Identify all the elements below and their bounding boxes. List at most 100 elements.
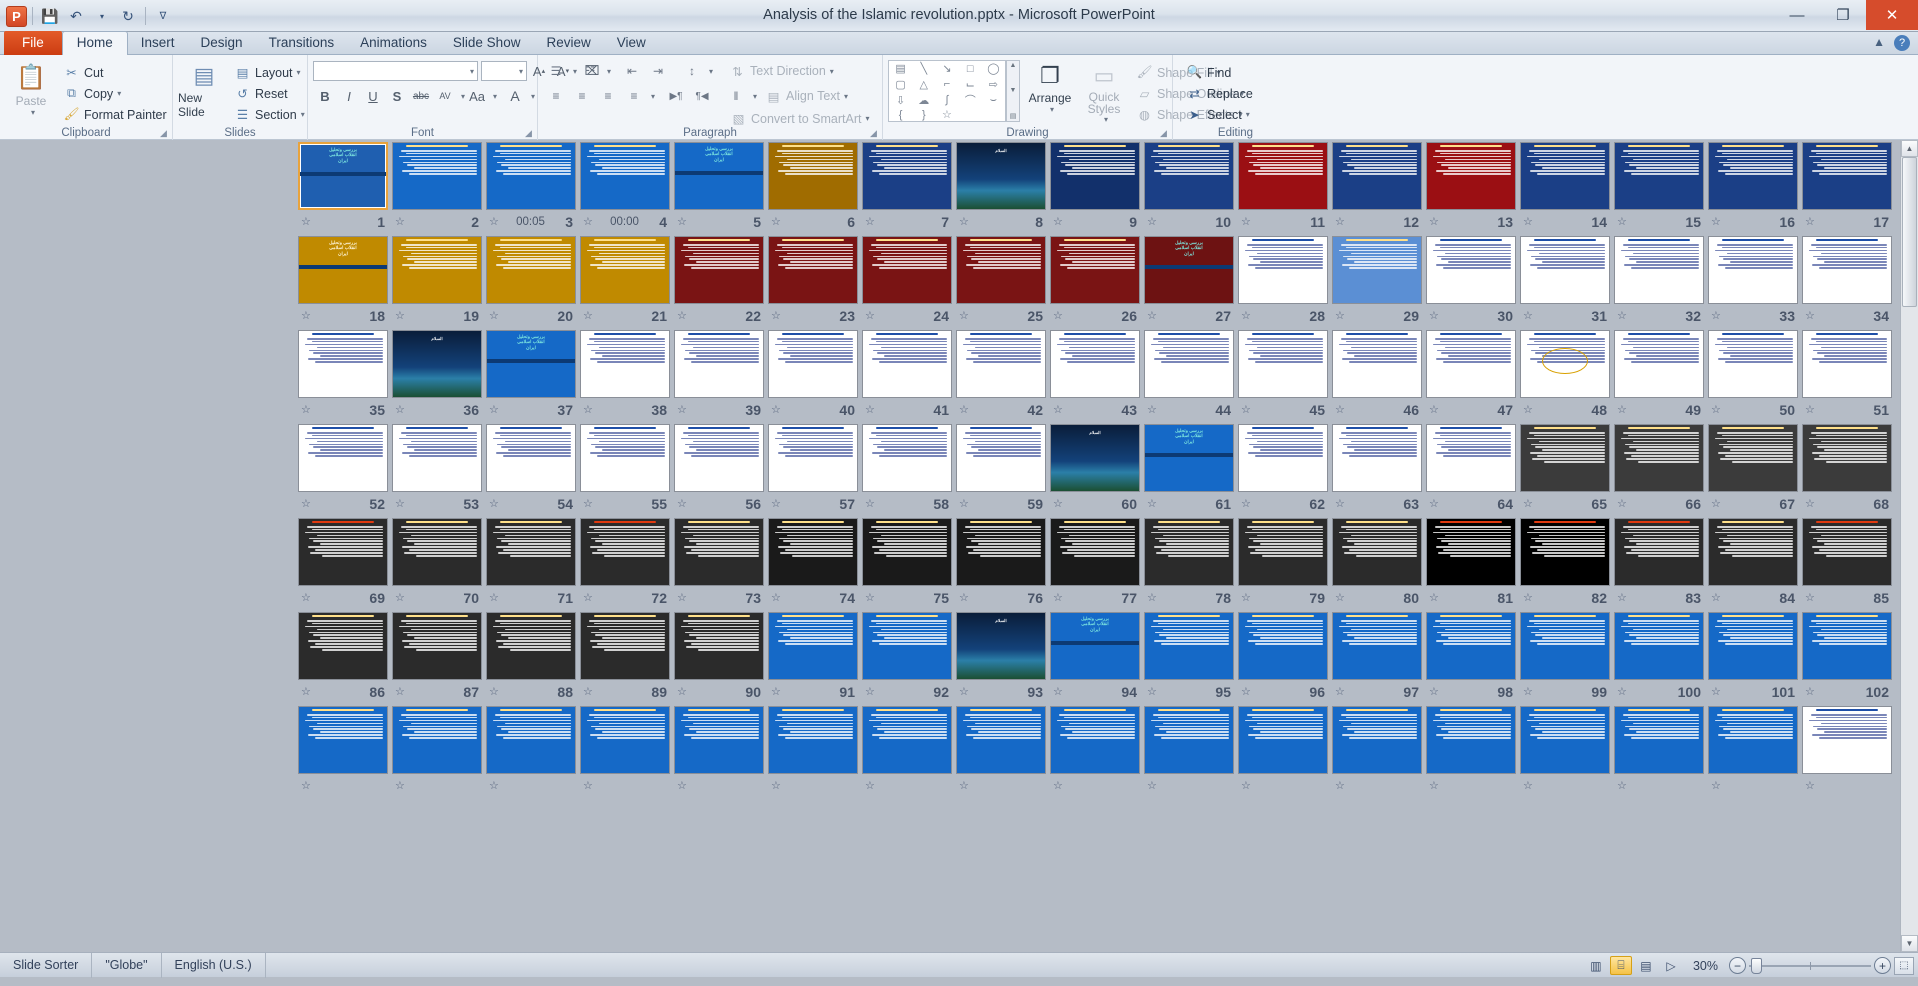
- arrange-caret-icon[interactable]: ▾: [1050, 105, 1054, 114]
- tab-review[interactable]: Review: [533, 32, 603, 55]
- slide-thumbnail[interactable]: [1332, 236, 1422, 304]
- slide-thumbnail[interactable]: [298, 518, 388, 586]
- slide-cell[interactable]: ☆: [1614, 706, 1704, 798]
- align-text-button[interactable]: ▤ Align Text ▾: [763, 86, 852, 107]
- slide-thumbnail[interactable]: [1614, 518, 1704, 586]
- slide-thumbnail[interactable]: [1144, 518, 1234, 586]
- slide-cell[interactable]: ☆ 26: [1050, 236, 1140, 328]
- status-theme[interactable]: "Globe": [92, 952, 162, 978]
- slide-grid[interactable]: ☆ 17 ☆ 16 ☆ 15 ☆ 14 ☆ 13 ☆ 12 ☆ 11 ☆ 10 ☆ 9 السلام ☆ 8 ☆ 7 ☆ 6 بر…: [0, 140, 1900, 952]
- line-spacing-icon[interactable]: ↕: [679, 60, 705, 82]
- slide-cell[interactable]: ☆ 76: [956, 518, 1046, 610]
- decrease-indent-icon[interactable]: ⇤: [619, 60, 645, 82]
- transition-star-icon[interactable]: ☆: [771, 592, 781, 604]
- slide-cell[interactable]: بررسی وتحلیل انقلاب اسلامی ایران ☆ 37: [486, 330, 576, 422]
- slide-thumbnail[interactable]: [1426, 236, 1516, 304]
- slide-cell[interactable]: ☆ 48: [1520, 330, 1610, 422]
- transition-star-icon[interactable]: ☆: [301, 310, 311, 322]
- slide-thumbnail[interactable]: [1144, 330, 1234, 398]
- transition-star-icon[interactable]: ☆: [1053, 780, 1063, 792]
- slide-thumbnail[interactable]: [1426, 612, 1516, 680]
- slide-thumbnail[interactable]: [674, 424, 764, 492]
- slide-cell[interactable]: ☆ 90: [674, 612, 764, 704]
- slide-thumbnail[interactable]: [956, 518, 1046, 586]
- slide-cell[interactable]: ☆ 99: [1520, 612, 1610, 704]
- shape-left-brace-icon[interactable]: {: [899, 109, 903, 121]
- transition-star-icon[interactable]: ☆: [677, 780, 687, 792]
- transition-star-icon[interactable]: ☆: [1429, 404, 1439, 416]
- slide-thumbnail[interactable]: [1802, 612, 1892, 680]
- slide-thumbnail[interactable]: [1520, 518, 1610, 586]
- clipboard-dialog-launcher[interactable]: ◢: [160, 129, 169, 138]
- slide-cell[interactable]: ☆ 87: [392, 612, 482, 704]
- slide-cell[interactable]: ☆: [1332, 706, 1422, 798]
- transition-star-icon[interactable]: ☆: [1805, 404, 1815, 416]
- slide-cell[interactable]: ☆ 63: [1332, 424, 1422, 516]
- slide-thumbnail[interactable]: [1708, 518, 1798, 586]
- paragraph-dialog-launcher[interactable]: ◢: [870, 129, 879, 138]
- arrange-button[interactable]: ❐ Arrange ▾: [1024, 60, 1076, 114]
- slide-cell[interactable]: ☆ 51: [1802, 330, 1892, 422]
- slide-thumbnail[interactable]: [486, 142, 576, 210]
- transition-star-icon[interactable]: ☆: [771, 780, 781, 792]
- slide-cell[interactable]: ☆ 35: [298, 330, 388, 422]
- transition-star-icon[interactable]: ☆: [1335, 780, 1345, 792]
- reading-view-icon[interactable]: ▤: [1635, 956, 1657, 975]
- slide-cell[interactable]: ☆ 54: [486, 424, 576, 516]
- slide-thumbnail[interactable]: [1708, 330, 1798, 398]
- slide-thumbnail[interactable]: [580, 612, 670, 680]
- slide-thumbnail[interactable]: [1426, 142, 1516, 210]
- slide-cell[interactable]: السلام ☆ 36: [392, 330, 482, 422]
- transition-star-icon[interactable]: ☆: [1711, 498, 1721, 510]
- transition-star-icon[interactable]: ☆: [1429, 686, 1439, 698]
- transition-star-icon[interactable]: ☆: [865, 780, 875, 792]
- slide-thumbnail[interactable]: [486, 236, 576, 304]
- transition-star-icon[interactable]: ☆: [677, 310, 687, 322]
- transition-star-icon[interactable]: ☆: [1805, 686, 1815, 698]
- text-direction-caret-icon[interactable]: ▾: [830, 67, 834, 76]
- transition-star-icon[interactable]: ☆: [489, 686, 499, 698]
- transition-star-icon[interactable]: ☆: [583, 498, 593, 510]
- slide-cell[interactable]: ☆: [486, 706, 576, 798]
- transition-star-icon[interactable]: ☆: [959, 780, 969, 792]
- slide-thumbnail[interactable]: بررسی وتحلیل انقلاب اسلامی ایران: [298, 236, 388, 304]
- slide-thumbnail[interactable]: [1050, 236, 1140, 304]
- transition-star-icon[interactable]: ☆: [771, 216, 781, 228]
- slide-thumbnail[interactable]: [1050, 142, 1140, 210]
- slide-thumbnail[interactable]: [1426, 706, 1516, 774]
- slide-cell[interactable]: ☆ 44: [1144, 330, 1234, 422]
- slide-thumbnail[interactable]: [298, 612, 388, 680]
- slide-thumbnail[interactable]: [1144, 142, 1234, 210]
- slide-cell[interactable]: ☆ 73: [674, 518, 764, 610]
- slide-cell[interactable]: ☆ 24: [862, 236, 952, 328]
- minimize-ribbon-icon[interactable]: ▲: [1873, 35, 1885, 51]
- new-slide-button[interactable]: ▤ New Slide: [178, 60, 230, 119]
- slide-cell[interactable]: ☆ 81: [1426, 518, 1516, 610]
- transition-star-icon[interactable]: ☆: [1617, 686, 1627, 698]
- shape-rectangle-icon[interactable]: □: [967, 63, 974, 75]
- paste-button[interactable]: 📋 Paste ▾: [5, 60, 57, 117]
- transition-star-icon[interactable]: ☆: [677, 686, 687, 698]
- transition-star-icon[interactable]: ☆: [1053, 404, 1063, 416]
- justify-caret-icon[interactable]: ▾: [651, 92, 655, 101]
- slide-cell[interactable]: ☆ 101: [1708, 612, 1798, 704]
- slide-cell[interactable]: ☆: [1802, 706, 1892, 798]
- slide-thumbnail[interactable]: السلام: [956, 142, 1046, 210]
- transition-star-icon[interactable]: ☆: [1241, 686, 1251, 698]
- tab-home[interactable]: Home: [61, 31, 128, 56]
- transition-star-icon[interactable]: ☆: [1335, 404, 1345, 416]
- slide-cell[interactable]: بررسی وتحلیل انقلاب اسلامی ایران ☆ 1: [298, 142, 388, 234]
- transition-star-icon[interactable]: ☆: [1429, 592, 1439, 604]
- cut-button[interactable]: ✂ Cut: [61, 62, 171, 83]
- replace-button[interactable]: ⇄ Replace: [1184, 83, 1257, 104]
- slide-thumbnail[interactable]: [674, 236, 764, 304]
- transition-star-icon[interactable]: ☆: [1617, 592, 1627, 604]
- slide-cell[interactable]: ☆ 9: [1050, 142, 1140, 234]
- justify-icon[interactable]: ≡: [621, 85, 647, 107]
- slide-show-view-icon[interactable]: ▷: [1660, 956, 1682, 975]
- slide-thumbnail[interactable]: [298, 330, 388, 398]
- transition-star-icon[interactable]: ☆: [865, 404, 875, 416]
- slide-cell[interactable]: ☆ 79: [1238, 518, 1328, 610]
- transition-star-icon[interactable]: ☆: [1429, 216, 1439, 228]
- transition-star-icon[interactable]: ☆: [395, 592, 405, 604]
